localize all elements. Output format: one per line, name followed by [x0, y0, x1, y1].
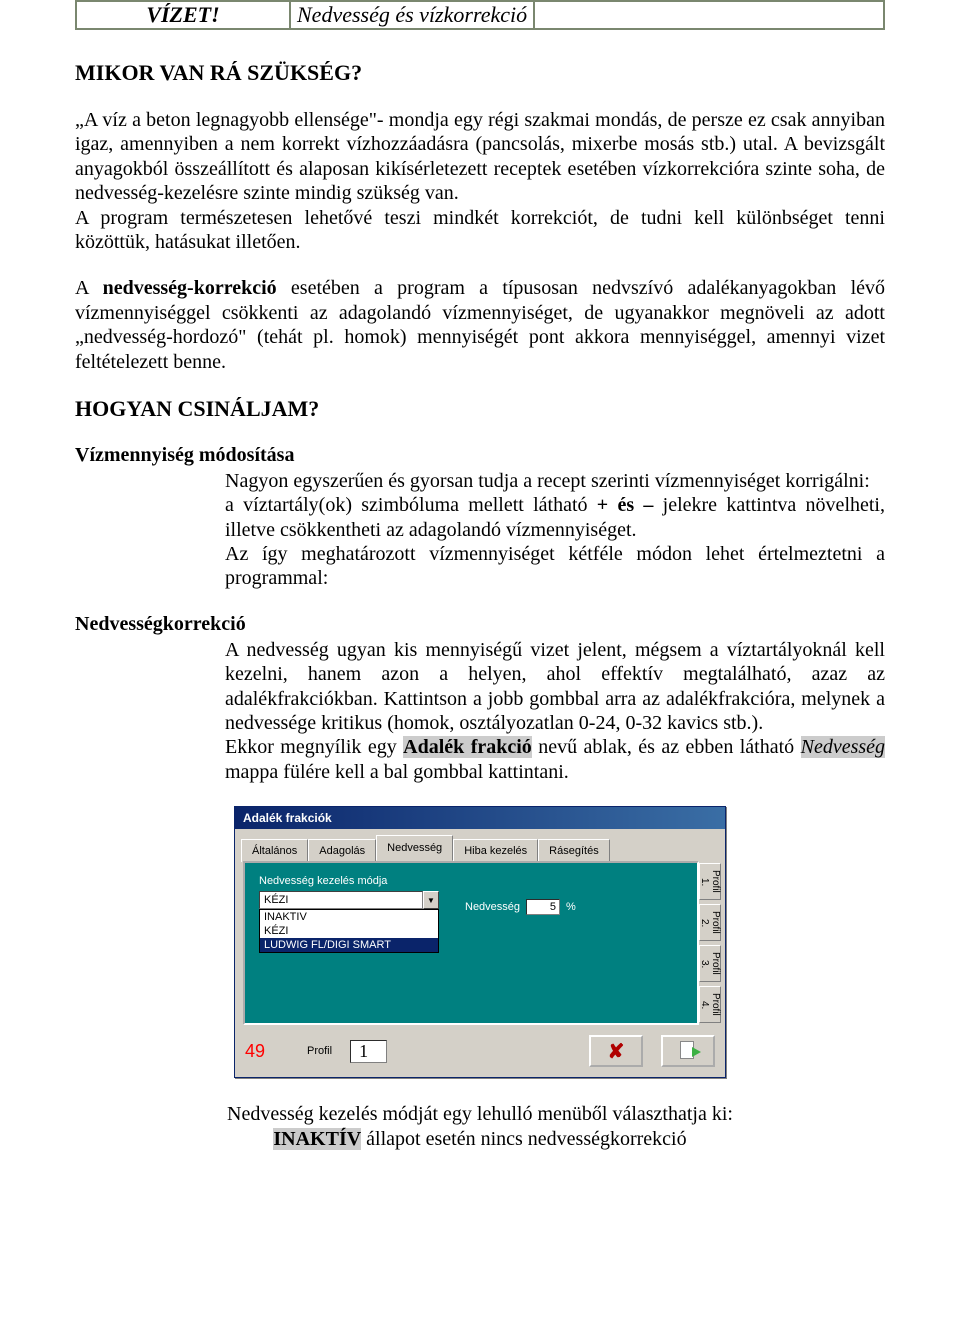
header-table: VÍZET! Nedvesség és vízkorrekció — [75, 0, 885, 30]
paragraph-1: „A víz a beton legnagyobb ellensége"- mo… — [75, 108, 885, 254]
profile-4-button[interactable]: Profil 4. — [699, 986, 721, 1023]
profile-sidebar: Profil 1. Profil 2. Profil 3. Profil 4. — [699, 861, 725, 1025]
tab-hibakezeles[interactable]: Hiba kezelés — [453, 839, 538, 862]
option-ludwig[interactable]: LUDWIG FL/DIGI SMART — [260, 938, 438, 952]
profil-label: Profil — [307, 1045, 332, 1057]
header-cell-left: VÍZET! — [77, 2, 291, 28]
profile-2-button[interactable]: Profil 2. — [699, 904, 721, 941]
option-inaktiv[interactable]: INAKTIV — [260, 910, 438, 924]
profil-value[interactable]: 1 — [350, 1040, 387, 1063]
header-cell-right: Nedvesség és vízkorrekció — [291, 2, 535, 28]
profile-3-button[interactable]: Profil 3. — [699, 945, 721, 982]
option-kezi[interactable]: KÉZI — [260, 924, 438, 938]
tab-adagolas[interactable]: Adagolás — [308, 839, 376, 862]
close-icon: ✘ — [608, 1039, 625, 1064]
dialog-main-panel: Nedvesség kezelés módja KÉZI ▼ INAKTIV K… — [243, 861, 699, 1025]
dialog-titlebar: Adalék frakciók — [235, 807, 725, 829]
nedvesseg-value[interactable]: 5 — [526, 899, 560, 915]
section-vizmennyiseg-body: Nagyon egyszerűen és gyorsan tudja a rec… — [75, 469, 885, 591]
profile-1-button[interactable]: Profil 1. — [699, 863, 721, 900]
dialog-tabs: Általános Adagolás Nedvesség Hiba kezelé… — [235, 829, 725, 861]
bottom-number: 49 — [245, 1041, 289, 1062]
mode-dropdown[interactable]: INAKTIV KÉZI LUDWIG FL/DIGI SMART — [259, 909, 439, 953]
dialog-bottom-bar: 49 Profil 1 ✘ — [235, 1025, 725, 1077]
section-nedvesseg-title: Nedvességkorrekció — [75, 613, 885, 636]
section-nedvesseg-body: A nedvesség ugyan kis mennyiségű vizet j… — [75, 638, 885, 784]
footer-text: Nedvesség kezelés módját egy lehulló men… — [75, 1102, 885, 1152]
save-button[interactable] — [661, 1035, 715, 1067]
document-arrow-icon — [678, 1041, 698, 1061]
tab-altalanos[interactable]: Általános — [241, 839, 308, 862]
heading-hogyan: HOGYAN CSINÁLJAM? — [75, 396, 885, 422]
mode-combo-value: KÉZI — [259, 891, 423, 909]
nedvesseg-field: Nedvesség 5 % — [465, 899, 576, 915]
group-label: Nedvesség kezelés módja — [259, 875, 679, 887]
chevron-down-icon[interactable]: ▼ — [423, 891, 439, 909]
dialog-adalek-frakciok: Adalék frakciók Általános Adagolás Nedve… — [234, 806, 726, 1078]
tab-rasegites[interactable]: Rásegítés — [538, 839, 610, 862]
tab-nedvesseg[interactable]: Nedvesség — [376, 835, 453, 861]
heading-mikor: MIKOR VAN RÁ SZÜKSÉG? — [75, 60, 885, 86]
mode-combo[interactable]: KÉZI ▼ — [259, 891, 439, 909]
section-vizmennyiseg-title: Vízmennyiség módosítása — [75, 444, 885, 467]
cancel-button[interactable]: ✘ — [589, 1035, 643, 1067]
paragraph-2: A nedvesség-korrekció esetében a program… — [75, 276, 885, 374]
